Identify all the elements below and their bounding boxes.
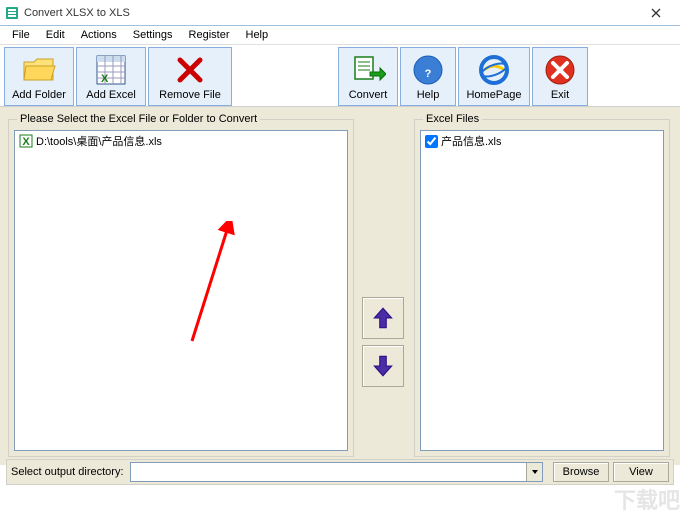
remove-file-label: Remove File [159,89,221,101]
help-button[interactable]: ? Help [400,47,456,106]
toolbar: Add Folder X Add Excel Remove File Conve… [0,45,680,107]
list-item[interactable]: 产品信息.xls [421,131,663,151]
delete-x-icon [172,52,208,88]
menubar: File Edit Actions Settings Register Help [0,26,680,45]
convert-button[interactable]: Convert [338,47,398,106]
move-down-button[interactable] [362,345,404,387]
view-button[interactable]: View [613,462,669,482]
list-item-name: 产品信息.xls [441,133,502,149]
source-legend: Please Select the Excel File or Folder t… [17,113,260,125]
output-dir-combo[interactable] [130,462,543,482]
menu-actions[interactable]: Actions [73,27,125,43]
svg-text:?: ? [425,68,432,80]
folder-icon [21,52,57,88]
ie-icon [476,52,512,88]
titlebar: Convert XLSX to XLS [0,0,680,26]
list-item[interactable]: X D:\tools\桌面\产品信息.xls [15,131,347,151]
exit-icon [542,52,578,88]
menu-register[interactable]: Register [181,27,238,43]
excel-icon: X [93,52,129,88]
window-close-button[interactable] [636,1,676,25]
watermark: 下载吧 [614,483,680,515]
browse-button[interactable]: Browse [553,462,609,482]
homepage-label: HomePage [466,89,521,101]
file-checkbox[interactable] [425,135,438,148]
convert-label: Convert [349,89,388,101]
help-icon: ? [410,52,446,88]
app-icon [4,5,20,21]
add-excel-button[interactable]: X Add Excel [76,47,146,106]
output-dir-label: Select output directory: [11,466,124,478]
exit-button[interactable]: Exit [532,47,588,106]
move-up-button[interactable] [362,297,404,339]
menu-help[interactable]: Help [238,27,277,43]
remove-file-button[interactable]: Remove File [148,47,232,106]
target-legend: Excel Files [423,113,482,125]
footer: Select output directory: Browse View [6,459,674,485]
svg-text:X: X [101,73,109,85]
add-excel-label: Add Excel [86,89,136,101]
target-groupbox: Excel Files 产品信息.xls [414,119,670,457]
window-title: Convert XLSX to XLS [24,7,636,19]
svg-text:X: X [22,136,30,148]
excel-file-icon: X [19,134,33,148]
menu-file[interactable]: File [4,27,38,43]
menu-edit[interactable]: Edit [38,27,73,43]
arrow-down-icon [370,353,396,379]
arrow-up-icon [370,305,396,331]
source-groupbox: Please Select the Excel File or Folder t… [8,119,354,457]
source-listview[interactable]: X D:\tools\桌面\产品信息.xls [14,130,348,451]
homepage-button[interactable]: HomePage [458,47,530,106]
arrow-buttons [362,297,404,393]
menu-settings[interactable]: Settings [125,27,181,43]
list-item-path: D:\tools\桌面\产品信息.xls [36,133,162,149]
convert-icon [350,52,386,88]
exit-label: Exit [551,89,569,101]
chevron-down-icon[interactable] [526,463,542,481]
add-folder-button[interactable]: Add Folder [4,47,74,106]
main-panel: Please Select the Excel File or Folder t… [0,107,680,465]
help-label: Help [417,89,440,101]
target-listview[interactable]: 产品信息.xls [420,130,664,451]
add-folder-label: Add Folder [12,89,66,101]
